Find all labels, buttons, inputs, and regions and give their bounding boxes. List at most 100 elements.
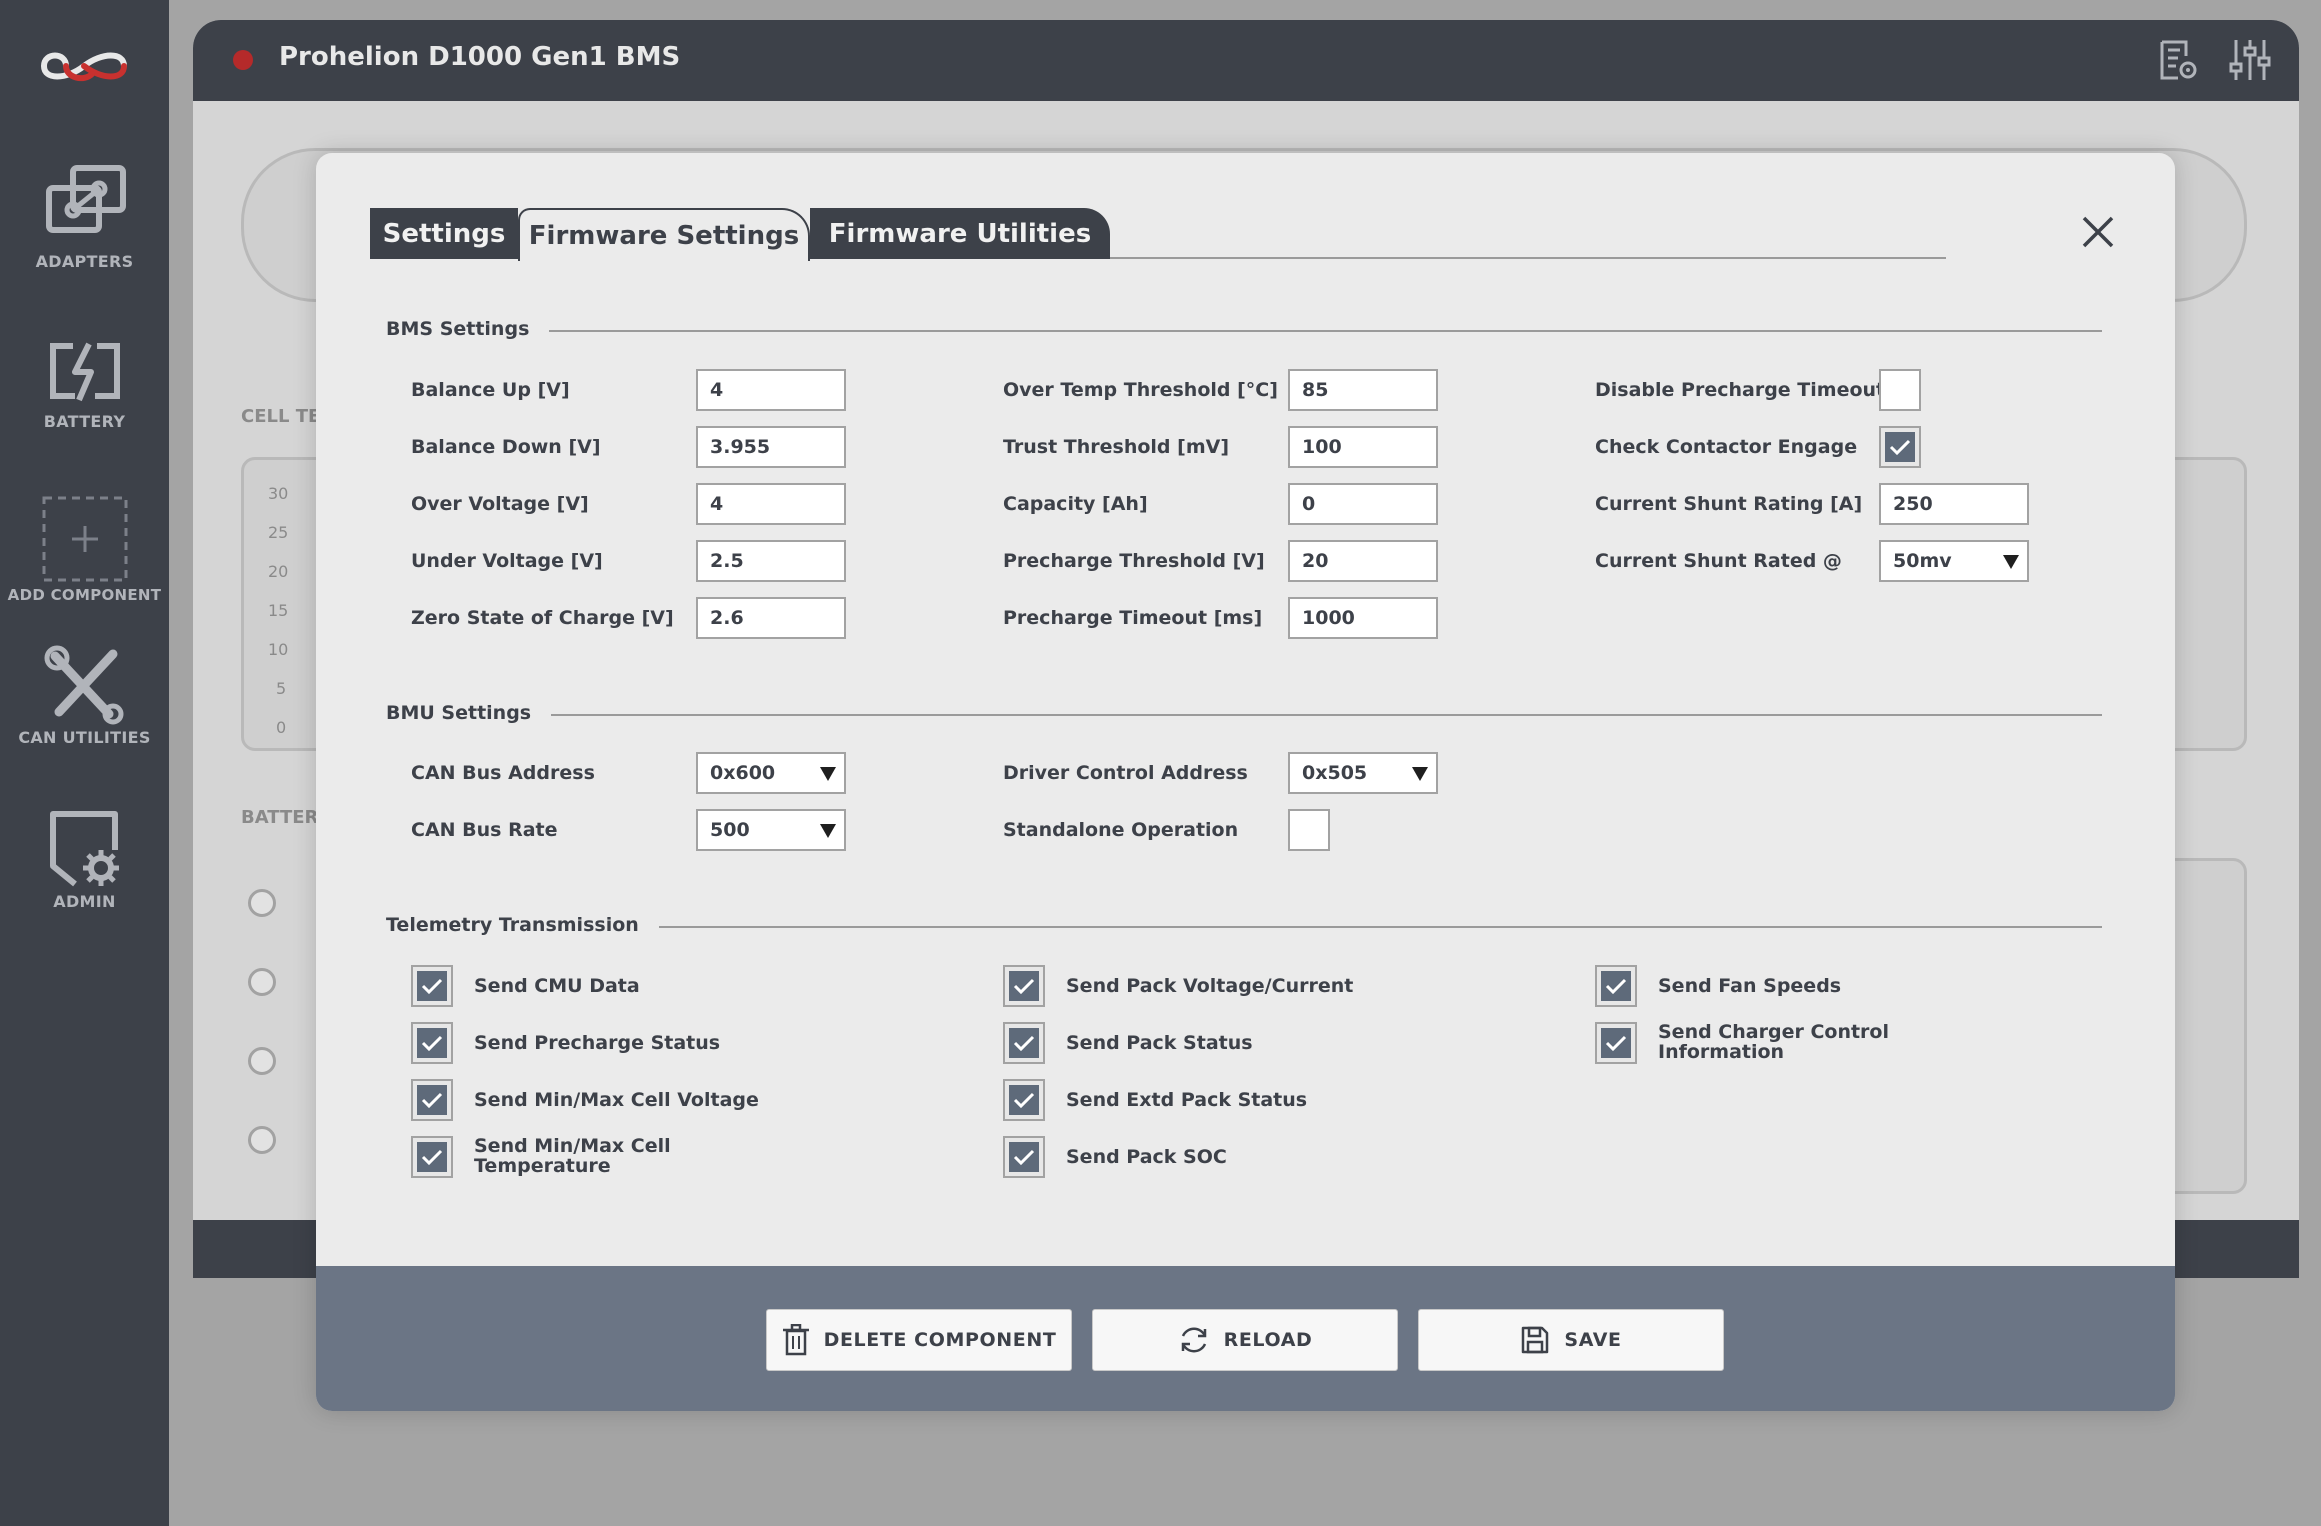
field-label: CAN Bus Address — [411, 762, 595, 784]
standalone-operation-checkbox[interactable] — [1288, 809, 1330, 851]
settings-sliders-icon[interactable] — [2228, 38, 2272, 82]
settings-modal: Settings Firmware Utilities Firmware Set… — [316, 153, 2175, 1411]
send-fan-speeds-checkbox[interactable] — [1595, 965, 1637, 1007]
zero-soc-input[interactable]: 2.6 — [696, 597, 846, 639]
trust-threshold-input[interactable]: 100 — [1288, 426, 1438, 468]
button-label: DELETE COMPONENT — [823, 1329, 1057, 1351]
reload-button[interactable]: RELOAD — [1092, 1309, 1398, 1371]
sidebar-item-label: ADAPTERS — [35, 252, 134, 271]
driver-control-address-select[interactable]: 0x505 — [1288, 752, 1438, 794]
checkmark-icon — [417, 1142, 447, 1172]
chart-tick-label: 30 — [268, 484, 289, 503]
checkmark-icon — [417, 1028, 447, 1058]
bg-radio — [248, 968, 276, 996]
checkmark-icon — [1009, 1085, 1039, 1115]
over-voltage-input[interactable]: 4 — [696, 483, 846, 525]
checkmark-icon — [1601, 1028, 1631, 1058]
checkmark-icon — [1885, 432, 1915, 462]
sidebar-item-label: ADD COMPONENT — [7, 586, 162, 604]
send-extd-pack-status-checkbox[interactable] — [1003, 1079, 1045, 1121]
precharge-threshold-input[interactable]: 20 — [1288, 540, 1438, 582]
sidebar-item-battery[interactable]: BATTERY — [0, 340, 169, 431]
sidebar-item-add-component[interactable]: ADD COMPONENT — [0, 494, 169, 604]
status-indicator — [233, 50, 253, 70]
send-min-max-cell-voltage-checkbox[interactable] — [411, 1079, 453, 1121]
bmu-settings-title: BMU Settings — [386, 702, 552, 724]
disable-precharge-timeout-checkbox[interactable] — [1879, 369, 1921, 411]
field-label: Trust Threshold [mV] — [1003, 436, 1230, 458]
label-line: Temperature — [474, 1155, 611, 1177]
chart-tick-label: 10 — [268, 640, 289, 659]
tab-firmware-utilities[interactable]: Firmware Utilities — [810, 208, 1110, 259]
sidebar-item-label: ADMIN — [53, 892, 116, 911]
label-line: Send Min/Max Cell — [474, 1135, 671, 1157]
current-shunt-rating-input[interactable]: 250 — [1879, 483, 2029, 525]
send-cmu-data-checkbox[interactable] — [411, 965, 453, 1007]
over-temp-input[interactable]: 85 — [1288, 369, 1438, 411]
current-shunt-rated-select[interactable]: 50mv — [1879, 540, 2029, 582]
field-label: Capacity [Ah] — [1003, 493, 1148, 515]
dropdown-arrow-icon — [2003, 555, 2019, 569]
balance-up-input[interactable]: 4 — [696, 369, 846, 411]
sidebar-item-adapters[interactable]: ADAPTERS — [0, 162, 169, 271]
tab-settings[interactable]: Settings — [370, 208, 518, 259]
balance-down-input[interactable]: 3.955 — [696, 426, 846, 468]
telemetry-title: Telemetry Transmission — [386, 914, 659, 936]
bms-settings-title: BMS Settings — [386, 318, 550, 340]
send-pack-voltage-current-checkbox[interactable] — [1003, 965, 1045, 1007]
send-min-max-cell-temperature-checkbox[interactable] — [411, 1136, 453, 1178]
view-log-icon[interactable] — [2158, 38, 2200, 82]
checkmark-icon — [1009, 1028, 1039, 1058]
field-label: Over Temp Threshold [°C] — [1003, 379, 1278, 401]
field-label: Current Shunt Rating [A] — [1595, 493, 1863, 515]
checkmark-icon — [417, 971, 447, 1001]
battery-icon — [49, 342, 120, 402]
tab-firmware-settings[interactable]: Firmware Settings — [518, 208, 810, 261]
section-divider — [386, 330, 2102, 332]
app-header: Prohelion D1000 Gen1 BMS — [193, 20, 2299, 101]
field-label: Driver Control Address — [1003, 762, 1248, 784]
select-value: 50mv — [1893, 550, 1952, 572]
can-bus-address-select[interactable]: 0x600 — [696, 752, 846, 794]
sidebar-item-label: CAN UTILITIES — [18, 728, 151, 747]
sidebar-item-can-utilities[interactable]: CAN UTILITIES — [0, 642, 169, 747]
sidebar-item-admin[interactable]: ADMIN — [0, 810, 169, 911]
field-label: Precharge Threshold [V] — [1003, 550, 1265, 572]
can-bus-rate-select[interactable]: 500 — [696, 809, 846, 851]
label-line: Information — [1658, 1041, 1785, 1063]
check-contactor-engage-checkbox[interactable] — [1879, 426, 1921, 468]
section-divider — [386, 714, 2102, 716]
field-label: Over Voltage [V] — [411, 493, 589, 515]
save-icon — [1522, 1326, 1549, 1354]
capacity-input[interactable]: 0 — [1288, 483, 1438, 525]
send-pack-status-checkbox[interactable] — [1003, 1022, 1045, 1064]
select-value: 0x600 — [710, 762, 776, 784]
precharge-timeout-input[interactable]: 1000 — [1288, 597, 1438, 639]
checkbox-label: Send Min/Max Cell Temperature — [474, 1136, 671, 1176]
checkbox-label: Send Min/Max Cell Voltage — [474, 1089, 759, 1111]
chart-tick-label: 20 — [268, 562, 289, 581]
app-title: Prohelion D1000 Gen1 BMS — [279, 42, 681, 72]
chart-tick-label: 5 — [276, 679, 287, 698]
field-label: Precharge Timeout [ms] — [1003, 607, 1263, 629]
delete-component-button[interactable]: DELETE COMPONENT — [766, 1309, 1072, 1371]
under-voltage-input[interactable]: 2.5 — [696, 540, 846, 582]
close-icon[interactable] — [2076, 210, 2120, 254]
save-button[interactable]: SAVE — [1418, 1309, 1724, 1371]
dropdown-arrow-icon — [820, 767, 836, 781]
checkmark-icon — [1009, 971, 1039, 1001]
field-label: Under Voltage [V] — [411, 550, 603, 572]
sidebar-item-label: BATTERY — [43, 412, 126, 431]
field-label: Disable Precharge Timeout — [1595, 379, 1886, 401]
checkbox-label: Send Precharge Status — [474, 1032, 721, 1054]
trash-icon — [782, 1324, 809, 1356]
send-pack-soc-checkbox[interactable] — [1003, 1136, 1045, 1178]
field-label: Standalone Operation — [1003, 819, 1239, 841]
checkbox-label: Send CMU Data — [474, 975, 640, 997]
adapters-icon — [45, 165, 126, 233]
field-label: Current Shunt Rated @ — [1595, 550, 1842, 572]
dropdown-arrow-icon — [1412, 767, 1428, 781]
send-precharge-status-checkbox[interactable] — [411, 1022, 453, 1064]
prohelion-logo-icon — [40, 52, 127, 82]
send-charger-control-checkbox[interactable] — [1595, 1022, 1637, 1064]
